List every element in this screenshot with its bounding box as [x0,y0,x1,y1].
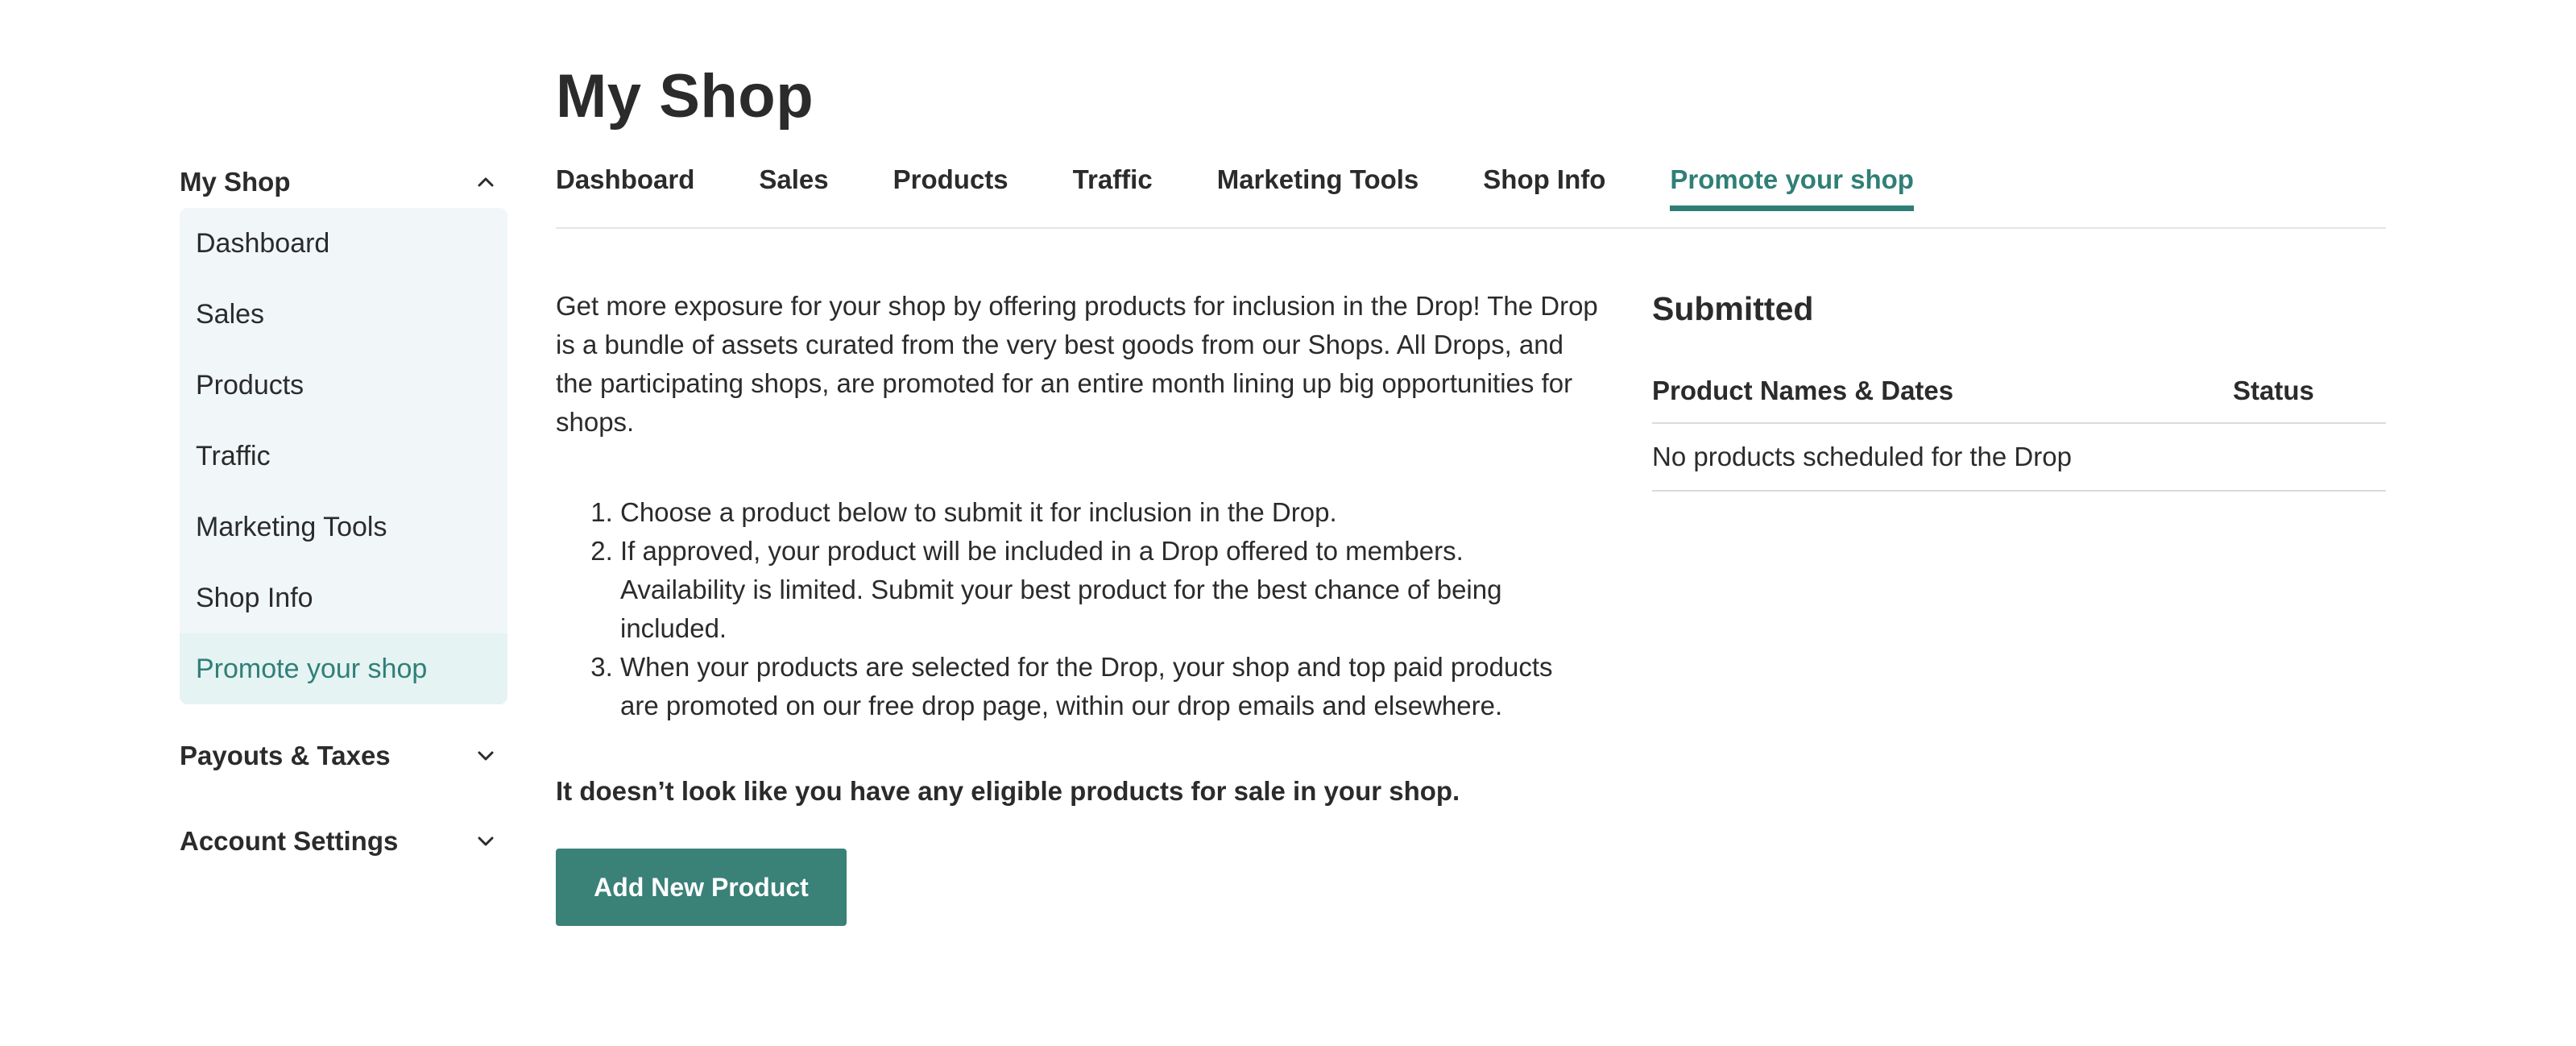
list-item: When your products are selected for the … [620,648,1587,725]
add-new-product-button[interactable]: Add New Product [556,849,847,926]
sidebar-item-products[interactable]: Products [180,350,507,421]
column-header-status: Status [2233,359,2386,424]
no-eligible-products-notice: It doesn’t look like you have any eligib… [556,776,1460,806]
sidebar-item-promote-your-shop[interactable]: Promote your shop [180,633,507,704]
sidebar-sublist: Dashboard Sales Products Traffic Marketi… [180,208,507,704]
tab-promote-your-shop[interactable]: Promote your shop [1670,158,1914,211]
list-item: Choose a product below to submit it for … [620,493,1587,532]
empty-state-message: No products scheduled for the Drop [1652,423,2386,492]
tab-shop-info[interactable]: Shop Info [1483,158,1605,211]
sidebar-item-traffic[interactable]: Traffic [180,421,507,492]
list-item: If approved, your product will be includ… [620,532,1587,648]
submitted-heading: Submitted [1652,290,1814,327]
steps-list: Choose a product below to submit it for … [556,493,1587,725]
table-row: No products scheduled for the Drop [1652,423,2386,492]
chevron-up-icon [474,170,498,194]
tab-sales[interactable]: Sales [759,158,828,211]
table-header-row: Product Names & Dates Status [1652,359,2386,424]
tab-products[interactable]: Products [893,158,1008,211]
tab-marketing-tools[interactable]: Marketing Tools [1217,158,1419,211]
sidebar-section-payouts-taxes[interactable]: Payouts & Taxes [180,732,507,780]
intro-text: Get more exposure for your shop by offer… [556,291,1598,437]
chevron-down-icon [474,744,498,768]
sidebar-section-my-shop[interactable]: My Shop [180,158,507,206]
sidebar-item-marketing-tools[interactable]: Marketing Tools [180,492,507,562]
tab-dashboard[interactable]: Dashboard [556,158,694,211]
sidebar-item-shop-info[interactable]: Shop Info [180,562,507,633]
page-title: My Shop [556,62,814,131]
sidebar-item-sales[interactable]: Sales [180,279,507,350]
sidebar: My Shop Dashboard Sales Products Traffic… [180,158,507,865]
sidebar-section-label: My Shop [180,167,291,197]
submitted-table: Product Names & Dates Status No products… [1652,359,2386,492]
sidebar-section-label: Payouts & Taxes [180,741,391,770]
tab-traffic[interactable]: Traffic [1073,158,1153,211]
column-header-product-names: Product Names & Dates [1652,359,2233,424]
chevron-down-icon [474,829,498,853]
tab-bar: Dashboard Sales Products Traffic Marketi… [556,158,2386,229]
sidebar-section-label: Account Settings [180,826,399,856]
sidebar-section-account-settings[interactable]: Account Settings [180,817,507,865]
sidebar-item-dashboard[interactable]: Dashboard [180,208,507,279]
